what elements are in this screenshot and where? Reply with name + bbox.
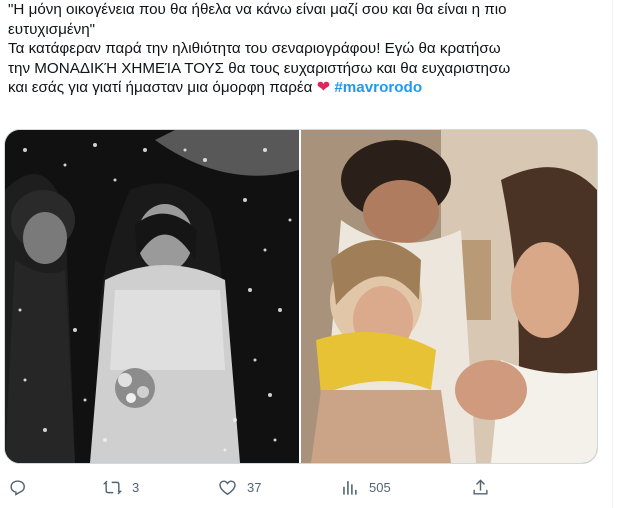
- like-icon: [219, 480, 236, 496]
- wedding-photo[interactable]: [5, 130, 301, 463]
- views-button[interactable]: 505: [340, 478, 391, 497]
- tweet-actions: 3 37 505: [0, 478, 600, 502]
- tweet-line: ευτυχισμένη": [8, 20, 96, 38]
- hashtag-link[interactable]: #mavrorodo: [334, 79, 422, 96]
- tweet-line: και εσάς για γιατί ήμασταν μια όμορφη πα…: [8, 79, 313, 96]
- wedding-photo-image: [5, 130, 299, 463]
- share-icon: [473, 479, 488, 495]
- retweet-count: 3: [132, 480, 140, 495]
- column-divider: [612, 0, 613, 508]
- share-button[interactable]: [471, 478, 490, 497]
- family-photo-image: [301, 130, 597, 463]
- views-icon: [343, 481, 357, 495]
- reply-button[interactable]: [8, 478, 37, 497]
- family-photo[interactable]: [301, 130, 597, 463]
- retweet-icon: [103, 480, 122, 495]
- reply-icon: [10, 480, 25, 496]
- views-count: 505: [369, 480, 391, 495]
- like-button[interactable]: 37: [218, 478, 261, 497]
- retweet-button[interactable]: 3: [103, 478, 139, 497]
- tweet-media[interactable]: [4, 129, 598, 464]
- tweet-text: "Η μόνη οικογένεια που θα ήθελα να κάνω …: [8, 0, 608, 98]
- tweet-line: "Η μόνη οικογένεια που θα ήθελα να κάνω …: [8, 1, 507, 18]
- like-count: 37: [247, 480, 262, 495]
- heart-emoji: ❤: [316, 79, 331, 96]
- tweet-line: Τα κατάφεραν παρά την ηλιθιότητα του σεν…: [8, 40, 501, 57]
- tweet-line: την ΜΟΝΑΔΙΚΉ ΧΗΜΕΊΑ ΤΟΥΣ θα τους ευχαρισ…: [8, 59, 511, 77]
